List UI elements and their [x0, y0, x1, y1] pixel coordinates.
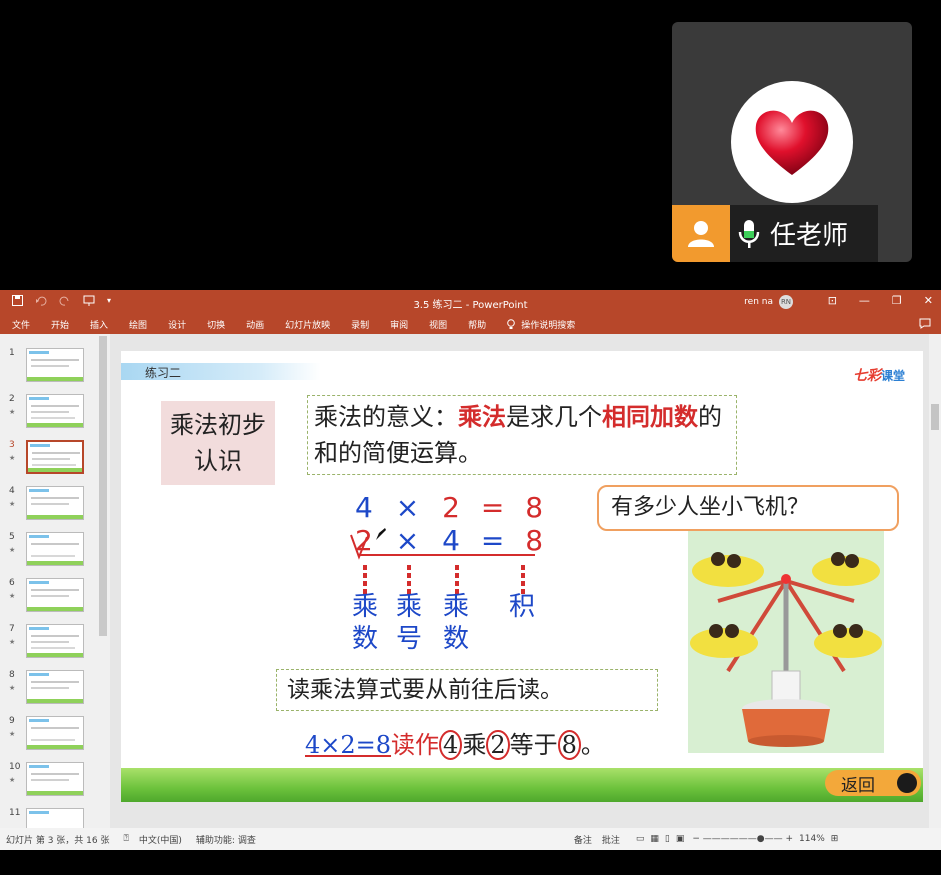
avatar	[731, 81, 853, 203]
participant-video-tile[interactable]: 任老师	[672, 22, 912, 262]
microphone-icon[interactable]	[738, 219, 760, 249]
account[interactable]: ren na RN	[744, 295, 793, 309]
title-bar: ▾ 3.5 练习二 - PowerPoint ren na RN ⊡ — ❐ ✕	[0, 290, 941, 314]
read-rule-box: 读乘法算式要从前往后读。	[276, 669, 658, 711]
term-product: 积	[508, 592, 535, 622]
minimize-icon[interactable]: —	[859, 294, 870, 307]
animation-star-icon: ★	[9, 592, 16, 600]
tab-file[interactable]: 文件	[12, 318, 30, 331]
powerpoint-window: ▾ 3.5 练习二 - PowerPoint ren na RN ⊡ — ❐ ✕…	[0, 290, 941, 850]
term-multiplier-1: 乘数	[351, 592, 378, 654]
reading-view-icon[interactable]: ▯	[665, 834, 670, 844]
tell-me-search[interactable]: 操作说明搜索	[507, 318, 575, 331]
notes-button[interactable]: 备注	[574, 833, 592, 846]
definition-box: 乘法的意义：乘法是求几个相同加数的和的简便运算。	[307, 395, 737, 475]
user-name: ren na	[744, 297, 773, 307]
fit-slide-icon[interactable]: ⊞	[831, 834, 839, 844]
animation-star-icon: ★	[9, 546, 16, 554]
tab-slideshow[interactable]: 幻灯片放映	[285, 318, 330, 331]
slide-scrollbar[interactable]	[929, 334, 941, 828]
animation-star-icon: ★	[9, 730, 16, 738]
normal-view-icon[interactable]: ▭	[636, 834, 645, 844]
question-bubble: 有多少人坐小飞机？	[597, 485, 899, 531]
tab-design[interactable]: 设计	[168, 318, 186, 331]
participant-name-bar: 任老师	[672, 205, 878, 262]
document-title: 3.5 练习二 - PowerPoint	[413, 300, 528, 311]
tab-animations[interactable]: 动画	[246, 318, 264, 331]
animation-star-icon: ★	[9, 684, 16, 692]
zoom-slider[interactable]: − ——————●—— +	[692, 834, 793, 844]
editor-workspace: 1 2 ★ 3 ★ 4 ★ 5 ★ 6 ★ 7 ★ 8 ★ 9 ★ 10 ★ 1…	[0, 334, 941, 828]
thumbnail-item[interactable]: 1	[0, 348, 100, 388]
thumbnail-item[interactable]: 6 ★	[0, 578, 100, 618]
slide-header: 练习二	[121, 363, 321, 380]
back-arrow-icon	[897, 773, 917, 793]
accessibility-status[interactable]: 辅助功能: 调查	[196, 833, 256, 846]
tab-review[interactable]: 审阅	[390, 318, 408, 331]
spelling-icon[interactable]: ⍰	[123, 834, 128, 844]
restore-icon[interactable]: ❐	[892, 294, 902, 307]
heart-icon	[755, 110, 829, 175]
screen: 任老师 ▾ 3.5 练习二 - PowerPoint ren na RN ⊡ —…	[0, 0, 941, 875]
tab-view[interactable]: 视图	[429, 318, 447, 331]
ribbon-display-icon[interactable]: ⊡	[828, 294, 837, 307]
thumbnail-item[interactable]: 9 ★	[0, 716, 100, 756]
term-multiplier-2: 乘数	[442, 592, 469, 654]
user-badge: RN	[779, 295, 793, 309]
read-example: 4×2=8读作 4 乘 2 等于 8。	[305, 730, 605, 760]
ribbon-tabs: 文件 开始 插入 绘图 设计 切换 动画 幻灯片放映 录制 审阅 视图 帮助 操…	[0, 314, 941, 334]
slideshow-icon[interactable]: ▣	[676, 834, 685, 844]
equation-1: 4 × 2 = 8	[355, 491, 544, 524]
slide-count: 幻灯片 第 3 张，共 16 张	[6, 835, 110, 846]
term-multiply-sign: 乘号	[395, 592, 422, 654]
thumbnail-item-active[interactable]: 3 ★	[0, 440, 100, 480]
pen-cursor-icon	[376, 528, 386, 540]
grass-decoration	[121, 768, 923, 802]
concept-label: 乘法初步认识	[161, 401, 275, 485]
thumbnail-item[interactable]: 2 ★	[0, 394, 100, 434]
thumbnail-item[interactable]: 4 ★	[0, 486, 100, 526]
thumbnail-item[interactable]: 8 ★	[0, 670, 100, 710]
animation-star-icon: ★	[9, 454, 16, 462]
comments-button[interactable]: 批注	[602, 833, 620, 846]
slide-sorter-icon[interactable]: ▦	[650, 834, 659, 844]
status-bar: 幻灯片 第 3 张，共 16 张 ⍰ 中文(中国) 辅助功能: 调查 备注 批注…	[0, 828, 941, 850]
tab-transitions[interactable]: 切换	[207, 318, 225, 331]
thumbnail-scrollbar[interactable]	[99, 336, 107, 636]
brand-logo: 七彩课堂	[852, 368, 905, 384]
lightbulb-icon	[507, 318, 515, 329]
slide-thumbnails: 1 2 ★ 3 ★ 4 ★ 5 ★ 6 ★ 7 ★ 8 ★ 9 ★ 10 ★ 1…	[0, 334, 110, 828]
user-icon	[672, 205, 730, 262]
language[interactable]: 中文(中国)	[139, 833, 182, 846]
comment-icon[interactable]	[919, 318, 931, 329]
animation-star-icon: ★	[9, 776, 16, 784]
participant-name: 任老师	[770, 221, 849, 251]
thumbnail-item[interactable]: 7 ★	[0, 624, 100, 664]
tab-home[interactable]: 开始	[51, 318, 69, 331]
close-icon[interactable]: ✕	[924, 294, 933, 307]
back-button[interactable]: 返回	[825, 770, 921, 796]
thumbnail-item[interactable]: 11	[0, 808, 100, 828]
thumbnail-item[interactable]: 10 ★	[0, 762, 100, 802]
tab-insert[interactable]: 插入	[90, 318, 108, 331]
zoom-level[interactable]: 114%	[799, 834, 825, 844]
tab-record[interactable]: 录制	[351, 318, 369, 331]
animation-star-icon: ★	[9, 500, 16, 508]
thumbnail-item[interactable]: 5 ★	[0, 532, 100, 572]
slide-canvas[interactable]: 练习二 七彩课堂 乘法初步认识 乘法的意义：乘法是求几个相同加数的和的简便运算。…	[121, 351, 923, 802]
tab-help[interactable]: 帮助	[468, 318, 486, 331]
carousel-illustration	[688, 531, 884, 753]
animation-star-icon: ★	[9, 638, 16, 646]
animation-star-icon: ★	[9, 408, 16, 416]
window-controls: ⊡ — ❐ ✕	[828, 294, 933, 307]
tab-draw[interactable]: 绘图	[129, 318, 147, 331]
